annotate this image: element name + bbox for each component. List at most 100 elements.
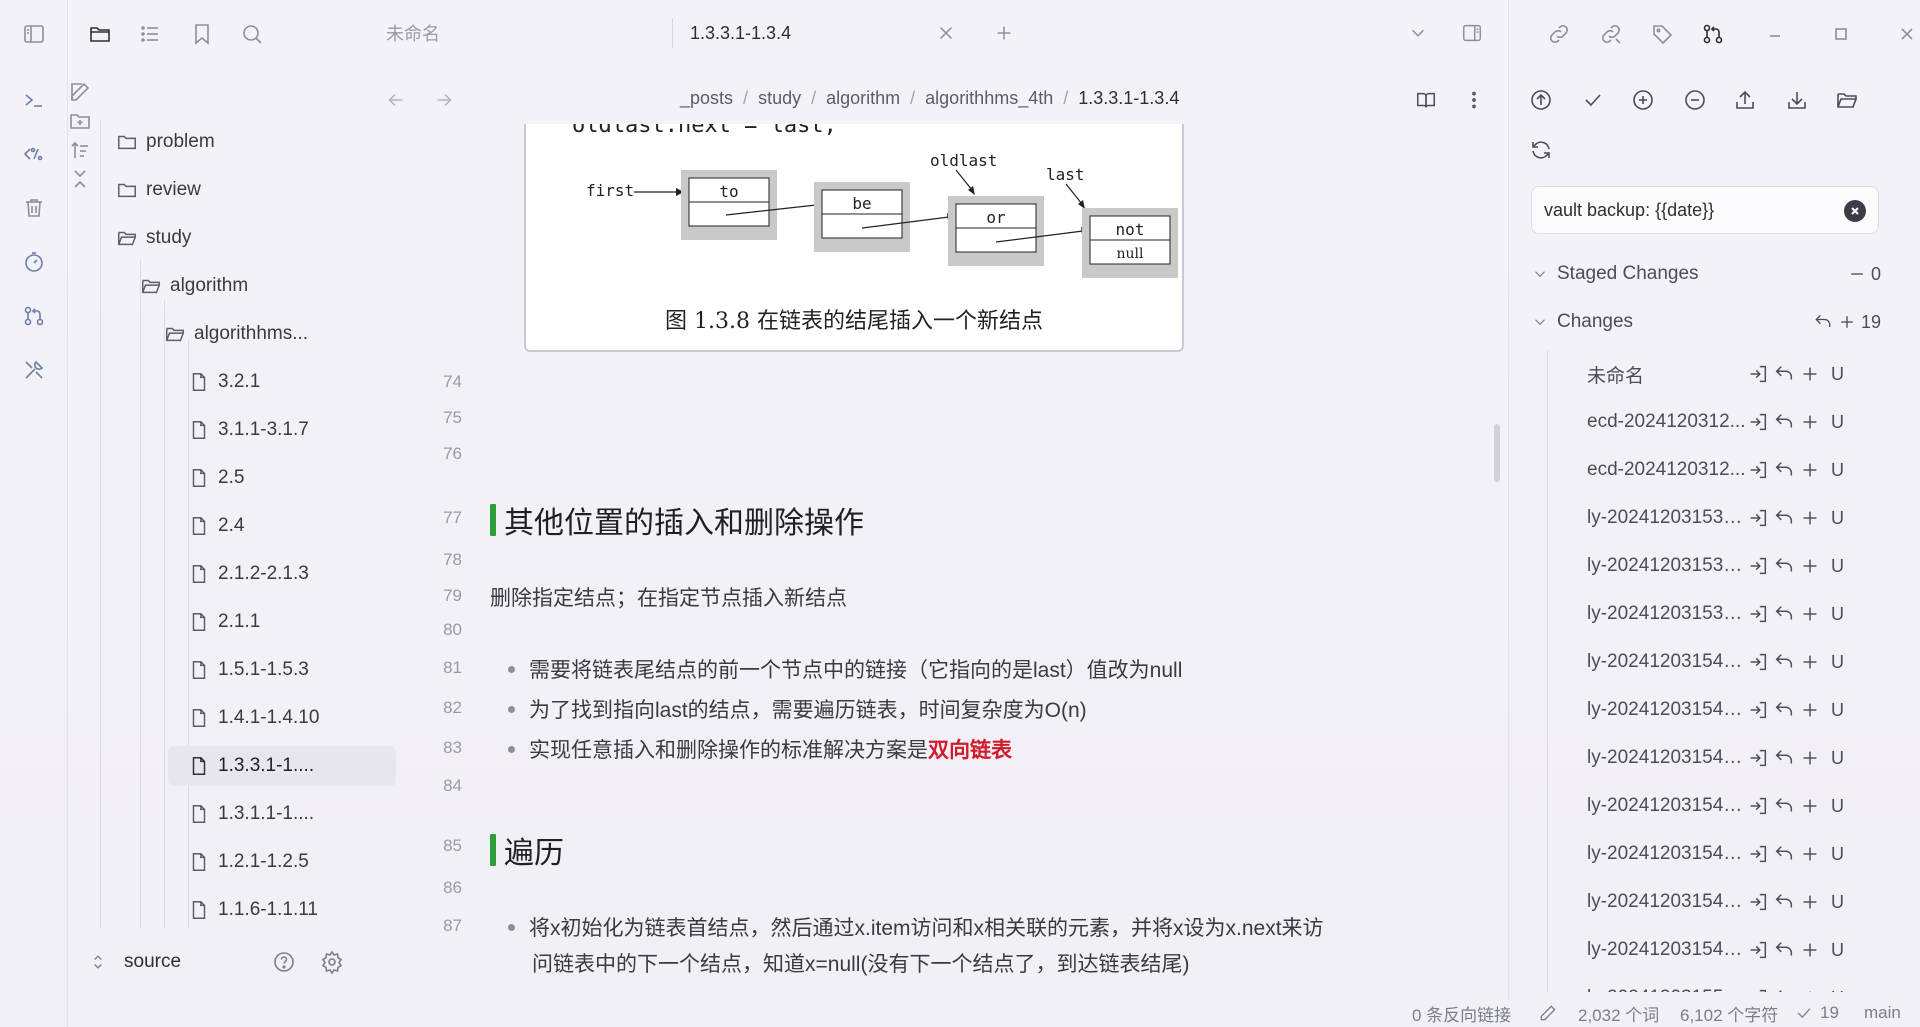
- changed-file-row[interactable]: 未命名 U: [1531, 350, 1891, 398]
- open-file-icon[interactable]: [1747, 795, 1769, 817]
- edit-mode-icon[interactable]: [1538, 1003, 1558, 1023]
- changed-file-row[interactable]: ly-202412031545... U: [1531, 782, 1891, 830]
- changed-file-name[interactable]: ly-202412031544...: [1587, 747, 1747, 769]
- tree-folder[interactable]: algorithm: [140, 266, 248, 306]
- bookmark-icon[interactable]: [182, 14, 222, 54]
- changed-file-name[interactable]: ly-202412031535...: [1587, 555, 1747, 577]
- tree-folder[interactable]: problem: [116, 122, 215, 162]
- discard-icon[interactable]: [1773, 747, 1795, 769]
- tree-file[interactable]: 1.2.1-1.2.5: [188, 842, 309, 882]
- stage-icon[interactable]: [1799, 891, 1821, 913]
- changed-file-row[interactable]: ly-202412031547... U: [1531, 830, 1891, 878]
- stage-icon[interactable]: [1799, 459, 1821, 481]
- tab-untitled[interactable]: 未命名: [386, 14, 440, 52]
- vault-switcher[interactable]: source: [88, 942, 181, 982]
- changed-file-name[interactable]: ly-202412031547...: [1587, 843, 1747, 865]
- git-branch[interactable]: main: [1864, 1003, 1901, 1023]
- settings-icon[interactable]: [316, 946, 348, 978]
- sync-count[interactable]: 19: [1820, 1003, 1839, 1023]
- breadcrumb-item[interactable]: algorithhms_4th: [925, 88, 1053, 109]
- discard-icon[interactable]: [1813, 312, 1833, 332]
- changed-file-row[interactable]: ly-202412031548... U: [1531, 878, 1891, 926]
- git-icon[interactable]: [18, 300, 50, 332]
- terminal-icon[interactable]: [18, 84, 50, 116]
- changed-file-row[interactable]: ly-202412031535... U: [1531, 542, 1891, 590]
- list-icon[interactable]: [130, 14, 170, 54]
- discard-icon[interactable]: [1773, 891, 1795, 913]
- changed-file-row[interactable]: ly-202412031532... U: [1531, 494, 1891, 542]
- commit-message-input[interactable]: vault backup: {{date}}: [1531, 186, 1879, 234]
- changed-file-row[interactable]: ecd-2024120312... U: [1531, 446, 1891, 494]
- changed-file-name[interactable]: ecd-2024120312...: [1587, 411, 1747, 433]
- maximize-icon[interactable]: [1821, 14, 1861, 54]
- changed-file-name[interactable]: ecd-2024120312...: [1587, 459, 1747, 481]
- changed-file-row[interactable]: ly-202412031542... U: [1531, 686, 1891, 734]
- changed-file-name[interactable]: 未命名: [1587, 361, 1747, 388]
- window-close-icon[interactable]: [1887, 14, 1920, 54]
- pull-icon[interactable]: [1777, 80, 1817, 120]
- discard-icon[interactable]: [1773, 939, 1795, 961]
- open-file-icon[interactable]: [1747, 651, 1769, 673]
- changed-file-name[interactable]: ly-202412031532...: [1587, 507, 1747, 529]
- help-icon[interactable]: [268, 946, 300, 978]
- open-file-icon[interactable]: [1747, 459, 1769, 481]
- discard-icon[interactable]: [1773, 555, 1795, 577]
- back-arrow-icon[interactable]: [380, 84, 412, 116]
- discard-icon[interactable]: [1773, 507, 1795, 529]
- stage-icon[interactable]: [1799, 747, 1821, 769]
- sidebar-toggle-icon[interactable]: [18, 18, 50, 50]
- changed-file-row[interactable]: ly-202412031549... U: [1531, 926, 1891, 974]
- discard-icon[interactable]: [1773, 987, 1795, 992]
- changed-file-name[interactable]: ly-202412031548...: [1587, 891, 1747, 913]
- open-file-icon[interactable]: [1747, 987, 1769, 992]
- stage-icon[interactable]: [1837, 312, 1857, 332]
- discard-icon[interactable]: [1773, 699, 1795, 721]
- changes-header[interactable]: Changes 19: [1531, 302, 1891, 342]
- tab-active-note[interactable]: 1.3.3.1-1.3.4: [690, 14, 791, 52]
- changed-file-name[interactable]: ly-202412031550...: [1587, 987, 1747, 992]
- git-source-control-icon[interactable]: [1693, 14, 1733, 54]
- reading-view-icon[interactable]: [1410, 84, 1442, 116]
- trash-icon[interactable]: [18, 192, 50, 224]
- stage-icon[interactable]: [1799, 603, 1821, 625]
- changed-file-row[interactable]: ecd-2024120312... U: [1531, 398, 1891, 446]
- stage-icon[interactable]: [1799, 699, 1821, 721]
- stage-icon[interactable]: [1799, 363, 1821, 385]
- changed-file-row[interactable]: ly-202412031550... U: [1531, 974, 1891, 992]
- changed-file-name[interactable]: ly-202412031549...: [1587, 939, 1747, 961]
- search-icon[interactable]: [232, 14, 272, 54]
- discard-icon[interactable]: [1773, 363, 1795, 385]
- link-in-icon[interactable]: [1539, 14, 1579, 54]
- open-file-icon[interactable]: [1747, 699, 1769, 721]
- forward-arrow-icon[interactable]: [428, 84, 460, 116]
- breadcrumb-item[interactable]: _posts: [680, 88, 733, 109]
- new-tab-icon[interactable]: [990, 19, 1018, 47]
- changed-file-row[interactable]: ly-202412031540... U: [1531, 638, 1891, 686]
- discard-icon[interactable]: [1773, 843, 1795, 865]
- staged-changes-header[interactable]: Staged Changes 0: [1531, 254, 1891, 294]
- stage-all-icon[interactable]: [1623, 80, 1663, 120]
- stage-icon[interactable]: [1799, 987, 1821, 992]
- folder-icon[interactable]: [80, 14, 120, 54]
- open-file-icon[interactable]: [1747, 411, 1769, 433]
- discard-icon[interactable]: [1773, 795, 1795, 817]
- stage-icon[interactable]: [1799, 843, 1821, 865]
- tree-file[interactable]: 1.3.1.1-1....: [188, 794, 314, 834]
- templater-icon[interactable]: [18, 138, 50, 170]
- tree-file[interactable]: 1.4.1-1.4.10: [188, 698, 319, 738]
- minimize-icon[interactable]: [1755, 14, 1795, 54]
- close-icon[interactable]: [932, 19, 960, 47]
- stage-icon[interactable]: [1799, 651, 1821, 673]
- editor[interactable]: oldlast.next = last; first to be oldlast: [368, 124, 1508, 994]
- tree-file[interactable]: 2.1.1: [188, 602, 260, 642]
- unstage-all-icon[interactable]: [1675, 80, 1715, 120]
- tree-file[interactable]: 2.4: [188, 506, 244, 546]
- tree-file-active[interactable]: 1.3.3.1-1....: [168, 746, 396, 786]
- tree-folder[interactable]: study: [116, 218, 191, 258]
- changed-file-name[interactable]: ly-202412031540...: [1587, 651, 1747, 673]
- timer-icon[interactable]: [18, 246, 50, 278]
- changed-file-name[interactable]: ly-202412031542...: [1587, 699, 1747, 721]
- tree-folder[interactable]: review: [116, 170, 201, 210]
- open-file-icon[interactable]: [1747, 555, 1769, 577]
- tree-file[interactable]: 3.1.1-3.1.7: [188, 410, 309, 450]
